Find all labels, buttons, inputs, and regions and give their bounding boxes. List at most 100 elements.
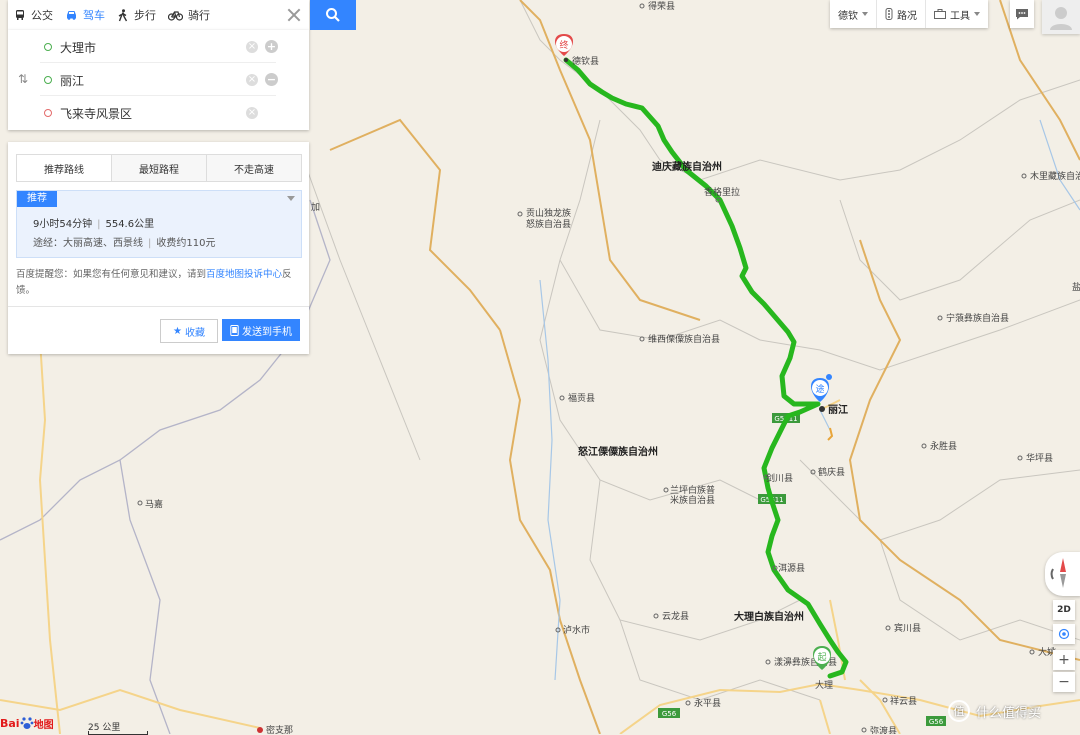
recommended-badge: 推荐 (17, 191, 57, 207)
label-ninglang: 宁蒗彝族自治县 (946, 312, 1009, 323)
tab-bus-label: 公交 (31, 9, 53, 22)
svg-text:G56: G56 (662, 710, 677, 718)
svg-text:途: 途 (815, 383, 824, 395)
label-majia: 马嘉 (145, 498, 163, 509)
remove-stop-icon[interactable]: − (265, 73, 278, 86)
route-stops-panel: ⇅ 大理市 × + 丽江 × − 飞来寺风景区 × (8, 30, 309, 130)
label-dali-city: 大理 (815, 679, 833, 690)
label-lanping-1: 兰坪白族普 (670, 484, 715, 495)
send-label: 发送到手机 (242, 326, 292, 338)
clear-via-icon[interactable]: × (246, 74, 258, 86)
search-icon (326, 8, 340, 22)
chevron-down-icon (974, 12, 980, 16)
via-value: 丽江 (60, 73, 85, 88)
label-binchuan: 宾川县 (894, 622, 921, 633)
route-distance: 554.6公里 (105, 219, 155, 230)
svg-text:起: 起 (817, 652, 826, 663)
label-dali-region: 大理白族自治州 (734, 610, 804, 623)
complaint-center-link[interactable]: 百度地图投诉中心 (206, 269, 282, 280)
clear-end-icon[interactable]: × (246, 107, 258, 119)
start-field[interactable]: 大理市 × + (40, 32, 278, 63)
tab-car[interactable]: 驾车 (59, 0, 111, 30)
tools-button[interactable]: 工具 (926, 0, 988, 28)
locate-icon (1058, 628, 1070, 640)
label-jia: 加 (311, 202, 320, 212)
feedback-note: 百度提醒您：如果您有任何意见和建议，请到百度地图投诉中心反馈。 (16, 267, 302, 299)
route-duration: 9小时54分钟 (33, 219, 93, 230)
label-xiangyun: 祥云县 (890, 695, 917, 706)
watermark: 值 什么值得买 (948, 700, 1041, 722)
note-text: 百度提醒您：如果您有任何意见和建议，请到 (16, 269, 207, 280)
route-details: 途经：大丽高速、西景线 | 收费约110元 (33, 238, 216, 249)
tab-shortest[interactable]: 最短路程 (112, 155, 207, 181)
message-button[interactable] (1010, 0, 1034, 28)
route-toll: 收费约110元 (156, 238, 216, 249)
traffic-button[interactable]: 路况 (877, 0, 926, 28)
tab-bus[interactable]: 公交 (8, 0, 59, 30)
label-eryuan: 洱源县 (778, 563, 805, 573)
avatar[interactable] (1042, 0, 1080, 34)
minus-icon: − (1058, 674, 1070, 690)
locate-button[interactable] (1053, 624, 1075, 644)
zoom-out-button[interactable]: − (1053, 672, 1075, 692)
clear-start-icon[interactable]: × (246, 41, 258, 53)
label-fugong: 福贡县 (568, 392, 595, 403)
phone-icon (230, 324, 239, 336)
label-deqin: 德钦县 (572, 55, 599, 66)
route-results-panel: 推荐路线 最短路程 不走高速 推荐 9小时54分钟 | 554.6公里 途经：大丽高… (8, 142, 309, 354)
tab-no-highway[interactable]: 不走高速 (207, 155, 301, 181)
label-lijiang: 丽江 (828, 403, 848, 416)
shield-g56-west: G56 (658, 708, 680, 718)
search-button[interactable] (310, 0, 356, 30)
chevron-down-icon[interactable] (287, 196, 295, 201)
divider (8, 306, 309, 307)
favorite-button[interactable]: ★ 收藏 (160, 319, 218, 343)
start-dot-icon (44, 43, 52, 51)
tab-recommended[interactable]: 推荐路线 (17, 155, 112, 181)
route-option-tabs: 推荐路线 最短路程 不走高速 (16, 154, 302, 182)
via-field[interactable]: 丽江 × − (40, 65, 278, 96)
star-icon: ★ (173, 325, 182, 337)
close-icon[interactable] (287, 8, 301, 22)
tab-car-label: 驾车 (83, 9, 105, 22)
label-jianchuan: 剑川县 (766, 472, 793, 483)
route-via: 途经：大丽高速、西景线 (33, 238, 143, 249)
shield-g56-east: G56 (926, 716, 946, 726)
favorite-label: 收藏 (184, 327, 205, 339)
label-nujiang-region: 怒江傈僳族自治州 (578, 445, 658, 458)
compass-icon (1050, 558, 1066, 588)
label-derong: 得荣县 (648, 0, 675, 11)
scale-bar (88, 731, 148, 735)
svg-text:终: 终 (559, 39, 568, 51)
view-2d-button[interactable]: 2D (1053, 600, 1075, 620)
end-dot-icon (44, 109, 52, 117)
paw-icon (20, 717, 33, 729)
tab-bike[interactable]: 骑行 (162, 0, 216, 30)
tab-walk-label: 步行 (134, 9, 156, 22)
traffic-label: 路况 (897, 10, 917, 22)
label-gongshan-2: 怒族自治县 (526, 218, 571, 229)
compass-control[interactable] (1045, 552, 1080, 596)
toolbox-icon (934, 9, 946, 19)
label-myitkyina: 密支那 (266, 724, 293, 734)
add-stop-icon[interactable]: + (265, 40, 278, 53)
route-card[interactable]: 推荐 9小时54分钟 | 554.6公里 途经：大丽高速、西景线 | 收费约110元 (16, 190, 302, 258)
route-summary: 9小时54分钟 | 554.6公里 (33, 219, 155, 230)
travel-mode-bar: 公交 驾车 步行 骑行 (8, 0, 309, 30)
city-label: 德钦 (838, 10, 858, 22)
end-field[interactable]: 飞来寺风景区 × (40, 98, 276, 128)
swap-icon[interactable]: ⇅ (18, 72, 28, 86)
traffic-light-icon (885, 8, 893, 20)
label-midu: 弥渡县 (870, 725, 897, 734)
end-value: 飞来寺风景区 (60, 106, 133, 121)
send-to-phone-button[interactable]: 发送到手机 (222, 319, 300, 341)
tab-bike-label: 骑行 (188, 9, 210, 22)
start-value: 大理市 (60, 40, 97, 55)
zoom-in-button[interactable]: + (1053, 650, 1075, 670)
via-dot-icon (44, 76, 52, 84)
label-lanping-2: 米族自治县 (670, 494, 715, 505)
label-shangri-la: 香格里拉 (704, 186, 740, 197)
walk-icon (118, 8, 128, 21)
tab-walk[interactable]: 步行 (111, 0, 162, 30)
city-switch[interactable]: 德钦 (830, 0, 877, 28)
